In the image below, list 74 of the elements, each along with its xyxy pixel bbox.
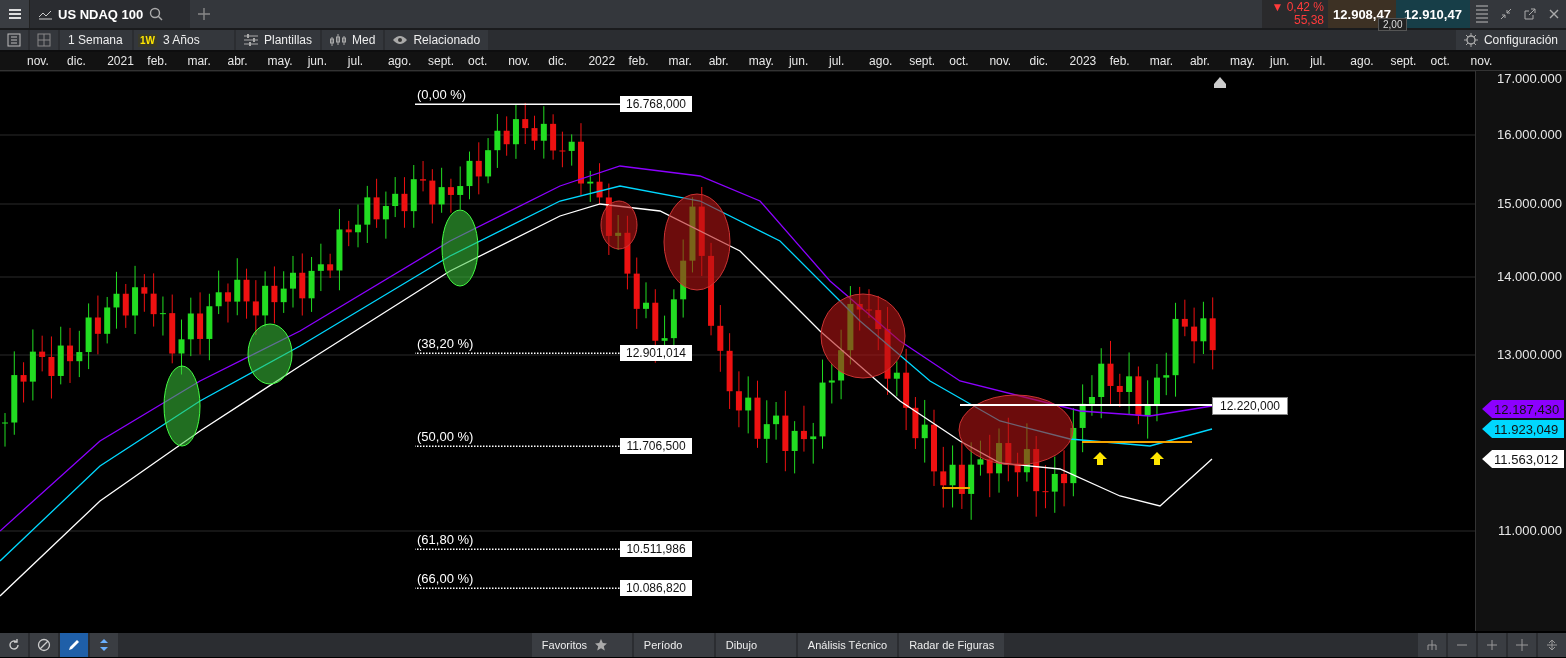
time-axis-label: abr. [227,54,248,68]
time-axis-label: nov. [989,54,1012,68]
fibonacci-level-label: (0,00 %) [417,87,467,102]
fibonacci-price-label: 11.706,500 [620,438,692,454]
time-axis-label: mar. [668,54,692,68]
price-change-percent: ▼ 0,42 % [1271,1,1324,14]
time-axis-label: dic. [1029,54,1049,68]
time-axis-label: jun. [788,54,809,68]
templates-button[interactable]: Plantillas [236,30,321,50]
time-axis-label: may. [748,54,774,68]
time-axis-label: 2021 [107,54,134,68]
price-axis-label: 16.000.000 [1496,127,1562,142]
price-axis-label: 15.000.000 [1496,196,1562,211]
time-axis-label: nov. [508,54,530,68]
indicator-value-label: 11.563,012 [1482,450,1564,468]
level-price-label: 12.220,000 [1212,397,1288,415]
interval-dropdown[interactable]: 1 Semana [60,30,132,50]
time-axis-label: mar. [187,54,211,68]
time-axis-label: jun. [307,54,328,68]
fibonacci-price-label: 10.511,986 [620,541,692,557]
fibonacci-price-label: 12.901,014 [620,345,692,361]
fibonacci-price-label: 10.086,820 [620,580,692,596]
time-axis-label: 2022 [588,54,616,68]
price-axis-label: 14.000.000 [1496,269,1562,284]
time-axis-label: may. [267,54,293,68]
price-axis-label: 11.000.000 [1497,523,1562,538]
fibonacci-price-label: 16.768,000 [620,96,692,112]
fibonacci-level-label: (50,00 %) [417,429,474,444]
related-button[interactable]: Relacionado [385,30,489,50]
time-axis-label: feb. [1109,54,1130,68]
interval-badge: 1W [138,33,157,47]
panel-tab[interactable]: Análisis Técnico [797,633,898,657]
time-axis-label: jul. [347,54,364,68]
time-axis-label: feb. [147,54,168,68]
time-axis-label: sept. [909,54,936,68]
settings-button[interactable]: Configuración [1455,30,1566,50]
time-axis-label: dic. [67,54,86,68]
indicator-value-label: 11.923,049 [1482,420,1564,438]
time-axis-label: abr. [708,54,729,68]
indicator-value-label: 12.187,430 [1482,400,1564,418]
time-axis-label: oct. [1430,54,1450,68]
chart-type-button[interactable]: Med [322,30,384,50]
fibonacci-level-label: (38,20 %) [417,336,474,351]
time-axis-label: abr. [1189,54,1210,68]
fibonacci-level-label: (61,80 %) [417,532,474,547]
panel-tab[interactable]: Dibujo [715,633,796,657]
time-axis-label: may. [1230,54,1256,68]
price-axis-label: 13.000.000 [1496,347,1562,362]
time-axis-label: nov. [1470,54,1493,68]
time-axis-label: mar. [1149,54,1174,68]
time-axis-label: ago. [1350,54,1374,68]
range-label: 3 Años [163,33,200,47]
time-axis-label: ago. [387,54,412,68]
time-axis-label: oct. [949,54,969,68]
time-axis-label: sept. [428,54,454,68]
panel-tab[interactable]: Período [633,633,714,657]
time-axis-label: sept. [1390,54,1417,68]
price-change-points: 55,38 [1293,14,1324,27]
time-axis-label: nov. [27,54,49,68]
price-axis-label: 17.000.000 [1496,71,1562,86]
time-axis-label: jun. [1270,54,1290,68]
panel-tab[interactable]: Favoritos [531,633,632,657]
time-axis-label: feb. [628,54,649,68]
fibonacci-level-label: (66,00 %) [417,571,474,586]
time-axis-label: jul. [829,54,845,68]
panel-tab[interactable]: Radar de Figuras [899,633,1005,657]
chart-tab[interactable]: US NDAQ 100 [30,0,190,28]
time-axis-label: oct. [468,54,488,68]
time-axis-label: 2023 [1069,54,1097,68]
spread-value: 2,00 [1378,18,1408,31]
time-axis-label: dic. [548,54,567,68]
range-dropdown[interactable]: 1W 3 Años [134,30,234,50]
time-axis-label: jul. [1310,54,1326,68]
time-axis-label: ago. [869,54,893,68]
